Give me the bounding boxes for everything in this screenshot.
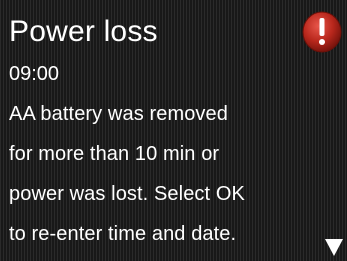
scroll-down-icon[interactable] bbox=[323, 236, 345, 258]
message-line-3: power was lost. Select OK bbox=[9, 183, 245, 205]
screen-title: Power loss bbox=[9, 15, 158, 48]
alert-icon bbox=[302, 11, 342, 53]
message-line-2: for more than 10 min or bbox=[9, 143, 220, 165]
message-line-4: to re-enter time and date. bbox=[9, 223, 237, 245]
message-line-1: AA battery was removed bbox=[9, 103, 228, 125]
time-value: 09:00 bbox=[9, 63, 60, 85]
device-screen: Power loss 09:00 AA battery was removed … bbox=[0, 0, 347, 261]
